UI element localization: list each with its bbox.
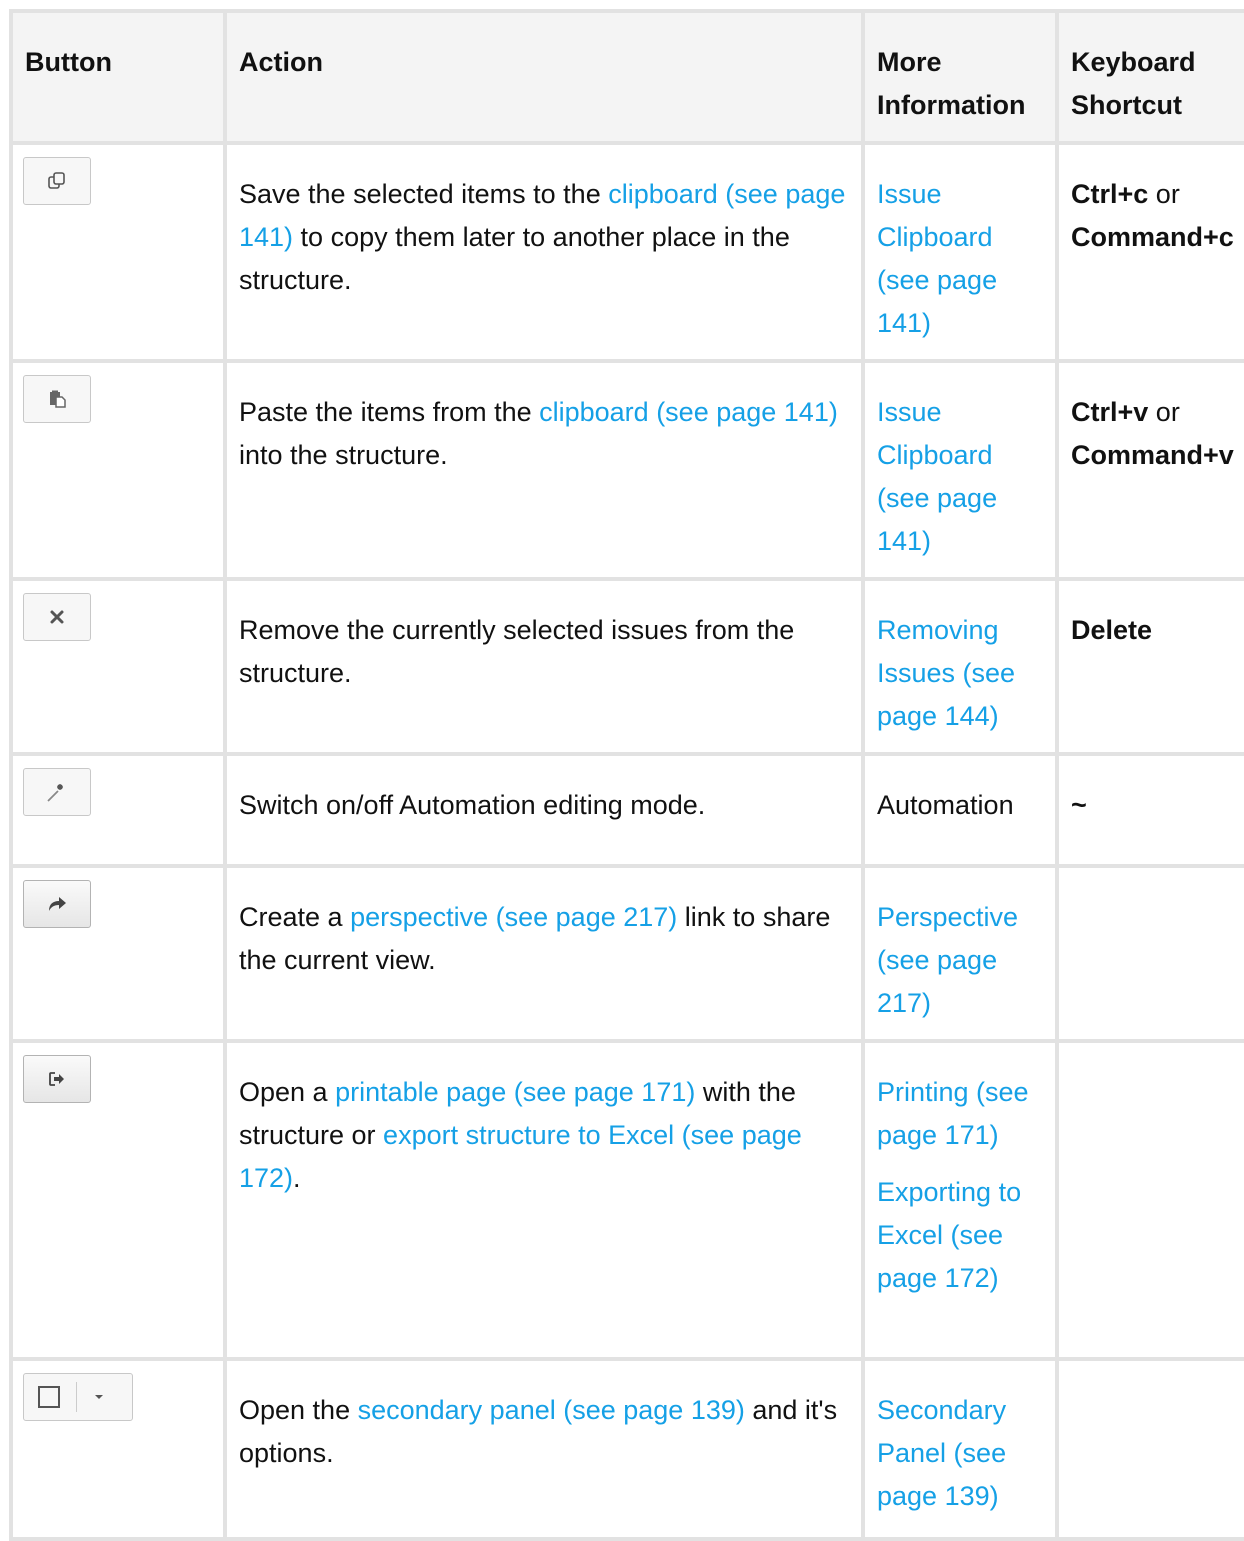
more-info-cell: Automation [861,752,1059,868]
export-icon [49,1072,64,1086]
clipboard-link[interactable]: clipboard (see page 141) [539,397,838,427]
header-keyboard-shortcut: Keyboard Shortcut [1055,9,1244,145]
automation-button[interactable] [23,768,91,816]
header-button: Button [9,9,227,145]
shortcut-cell: Delete [1055,577,1244,756]
issue-clipboard-link[interactable]: Issue Clipboard (see page 141) [877,397,997,556]
exporting-to-excel-link[interactable]: Exporting to Excel (see page 172) [877,1177,1021,1293]
header-more-information: More Information [861,9,1059,145]
removing-issues-link[interactable]: Removing Issues (see page 144) [877,615,1015,731]
more-info-cell: Perspective (see page 217) [861,864,1059,1043]
chevron-down-icon[interactable] [93,1393,105,1401]
magic-wand-icon [47,784,63,802]
export-button[interactable] [23,1055,91,1103]
perspective-link[interactable]: perspective (see page 217) [350,902,677,932]
table-row: Open a printable page (see page 171) wit… [9,1039,1244,1361]
shortcut-cell: Ctrl+c or Command+c [1055,141,1244,363]
divider [76,1382,77,1412]
more-info-cell: Printing (see page 171) Exporting to Exc… [861,1039,1059,1361]
header-action: Action [223,9,865,145]
shortcut-cell [1055,1039,1244,1361]
copy-button[interactable] [23,157,91,205]
action-cell: Remove the currently selected issues fro… [223,577,865,756]
action-cell: Switch on/off Automation editing mode. [223,752,865,868]
table-row: Create a perspective (see page 217) link… [9,864,1244,1043]
issue-clipboard-link[interactable]: Issue Clipboard (see page 141) [877,179,997,338]
table-row: Save the selected items to the clipboard… [9,141,1244,363]
share-icon [49,897,66,911]
action-cell: Create a perspective (see page 217) link… [223,864,865,1043]
paste-button[interactable] [23,375,91,423]
share-perspective-button[interactable] [23,880,91,928]
table-row: Open the secondary panel (see page 139) … [9,1357,1244,1541]
more-info-cell: Issue Clipboard (see page 141) [861,359,1059,581]
action-cell: Paste the items from the clipboard (see … [223,359,865,581]
secondary-panel-info-link[interactable]: Secondary Panel (see page 139) [877,1395,1006,1511]
shortcut-cell: Ctrl+v or Command+v [1055,359,1244,581]
printing-link[interactable]: Printing (see page 171) [877,1077,1029,1150]
table-row: Switch on/off Automation editing mode. A… [9,752,1244,868]
table-row: Paste the items from the clipboard (see … [9,359,1244,581]
more-info-cell: Removing Issues (see page 144) [861,577,1059,756]
shortcut-cell [1055,1357,1244,1541]
action-cell: Open a printable page (see page 171) wit… [223,1039,865,1361]
remove-button[interactable] [23,593,91,641]
toolbar-reference-table: Button Action More Information Keyboard S… [9,9,1244,1541]
more-info-cell: Secondary Panel (see page 139) [861,1357,1059,1541]
secondary-panel-button[interactable] [23,1373,133,1421]
paste-icon [50,390,66,408]
remove-icon [50,610,64,624]
secondary-panel-link[interactable]: secondary panel (see page 139) [358,1395,745,1425]
shortcut-cell: ~ [1055,752,1244,868]
header-row: Button Action More Information Keyboard S… [9,9,1244,145]
printable-page-link[interactable]: printable page (see page 171) [335,1077,695,1107]
table-row: Remove the currently selected issues fro… [9,577,1244,756]
panel-toggle-icon [38,1386,60,1408]
perspective-info-link[interactable]: Perspective (see page 217) [877,902,1018,1018]
copy-icon [48,172,65,189]
action-cell: Save the selected items to the clipboard… [223,141,865,363]
shortcut-cell [1055,864,1244,1043]
more-info-cell: Issue Clipboard (see page 141) [861,141,1059,363]
action-cell: Open the secondary panel (see page 139) … [223,1357,865,1541]
